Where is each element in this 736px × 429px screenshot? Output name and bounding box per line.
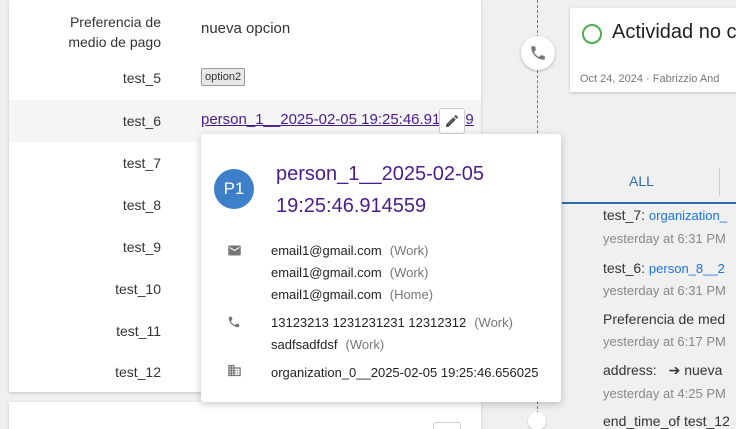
organization-link[interactable]: organization_0__2025-02-05 19:25:46.6560… <box>271 365 538 380</box>
email-line[interactable]: email1@gmail.com (Home) <box>271 287 433 302</box>
history-item: test_7: organization_ <box>603 207 727 223</box>
phone-line[interactable]: 13123213 1231231231 12312312 (Work) <box>271 315 513 330</box>
field-label: test_12 <box>115 364 161 380</box>
email-line[interactable]: email1@gmail.com (Work) <box>271 265 429 280</box>
timeline-node <box>528 412 546 429</box>
field-label: test_8 <box>122 197 161 213</box>
history-key: address: <box>603 362 657 378</box>
option-chip[interactable]: option2 <box>201 68 246 86</box>
bottom-card <box>9 402 481 429</box>
phone-tag: (Work) <box>345 337 385 352</box>
field-label: test_11 <box>116 323 161 339</box>
field-label: test_9 <box>122 239 161 255</box>
person-link[interactable]: person_1__2025-02-05 19:25:46.914559 <box>201 111 474 128</box>
history-time: yesterday at 6:31 PM <box>603 231 726 246</box>
avatar: P1 <box>214 169 254 209</box>
history-value-link[interactable]: organization_ <box>649 208 727 223</box>
history-key: end_time_of test_12 <box>603 413 730 429</box>
email-line[interactable]: email1@gmail.com (Work) <box>271 243 429 258</box>
field-label: test_10 <box>115 281 161 297</box>
field-row-medio-de-pago: Preferencia de medio de pago nueva opcio… <box>9 10 481 54</box>
field-value[interactable]: nueva opcion <box>201 20 290 37</box>
history-value: ➔ nueva <box>668 362 723 378</box>
email-icon <box>226 242 242 258</box>
timeline-phone-node <box>521 36 555 70</box>
building-icon <box>226 362 242 378</box>
email-value[interactable]: email1@gmail.com <box>271 287 382 302</box>
field-label: test_7 <box>122 155 161 171</box>
app-root: Preferencia de medio de pago nueva opcio… <box>0 0 736 429</box>
pencil-icon <box>446 114 458 127</box>
bottom-card-button[interactable] <box>433 422 461 429</box>
person-name-link[interactable]: person_1__2025-02-05 19:25:46.914559 <box>276 158 556 222</box>
history-item: end_time_of test_12 <box>603 413 730 429</box>
phone-line[interactable]: sadfsadfdsf (Work) <box>271 337 384 352</box>
tab-all[interactable]: ALL <box>629 173 654 189</box>
history-item: address: ➔ nueva <box>603 362 722 379</box>
field-label-line2: medio de pago <box>68 34 161 50</box>
person-popover: P1 person_1__2025-02-05 19:25:46.914559 … <box>201 134 561 402</box>
email-tag: (Work) <box>389 243 429 258</box>
activity-meta: Oct 24, 2024 · Fabrizzio And <box>580 73 720 85</box>
email-value[interactable]: email1@gmail.com <box>271 265 382 280</box>
phone-value[interactable]: 13123213 1231231231 12312312 <box>271 315 466 330</box>
history-key: Preferencia de med <box>603 311 726 327</box>
history-item: Preferencia de med <box>603 311 725 327</box>
field-label-line1: Preferencia de <box>69 14 161 30</box>
history-tabs: ALL <box>562 168 736 204</box>
phone-icon <box>226 314 242 330</box>
edit-button[interactable] <box>439 108 465 134</box>
email-value[interactable]: email1@gmail.com <box>271 243 382 258</box>
field-label: test_5 <box>122 70 161 86</box>
history-item: test_6: person_8__2 <box>603 260 725 276</box>
history-key: test_7: <box>603 207 646 223</box>
activity-card[interactable]: Actividad no c Oct 24, 2024 · Fabrizzio … <box>570 8 736 92</box>
history-key: test_6: <box>603 260 646 276</box>
history-time: yesterday at 6:17 PM <box>603 334 726 349</box>
phone-tag: (Work) <box>474 315 513 330</box>
phone-value[interactable]: sadfsadfdsf <box>271 337 338 352</box>
field-row-test-5: test_5 option2 <box>9 58 481 98</box>
email-tag: (Work) <box>389 265 429 280</box>
field-label: test_6 <box>122 113 161 129</box>
history-value-link[interactable]: person_8__2 <box>649 261 725 276</box>
phone-icon <box>531 46 545 60</box>
field-label: Preferencia de medio de pago <box>68 12 161 52</box>
history-time: yesterday at 4:25 PM <box>603 386 726 401</box>
history-time: yesterday at 6:31 PM <box>603 283 726 298</box>
email-tag: (Home) <box>389 287 434 302</box>
complete-circle-icon[interactable] <box>582 24 602 44</box>
tab-divider <box>719 168 720 196</box>
activity-title[interactable]: Actividad no c <box>612 21 736 44</box>
